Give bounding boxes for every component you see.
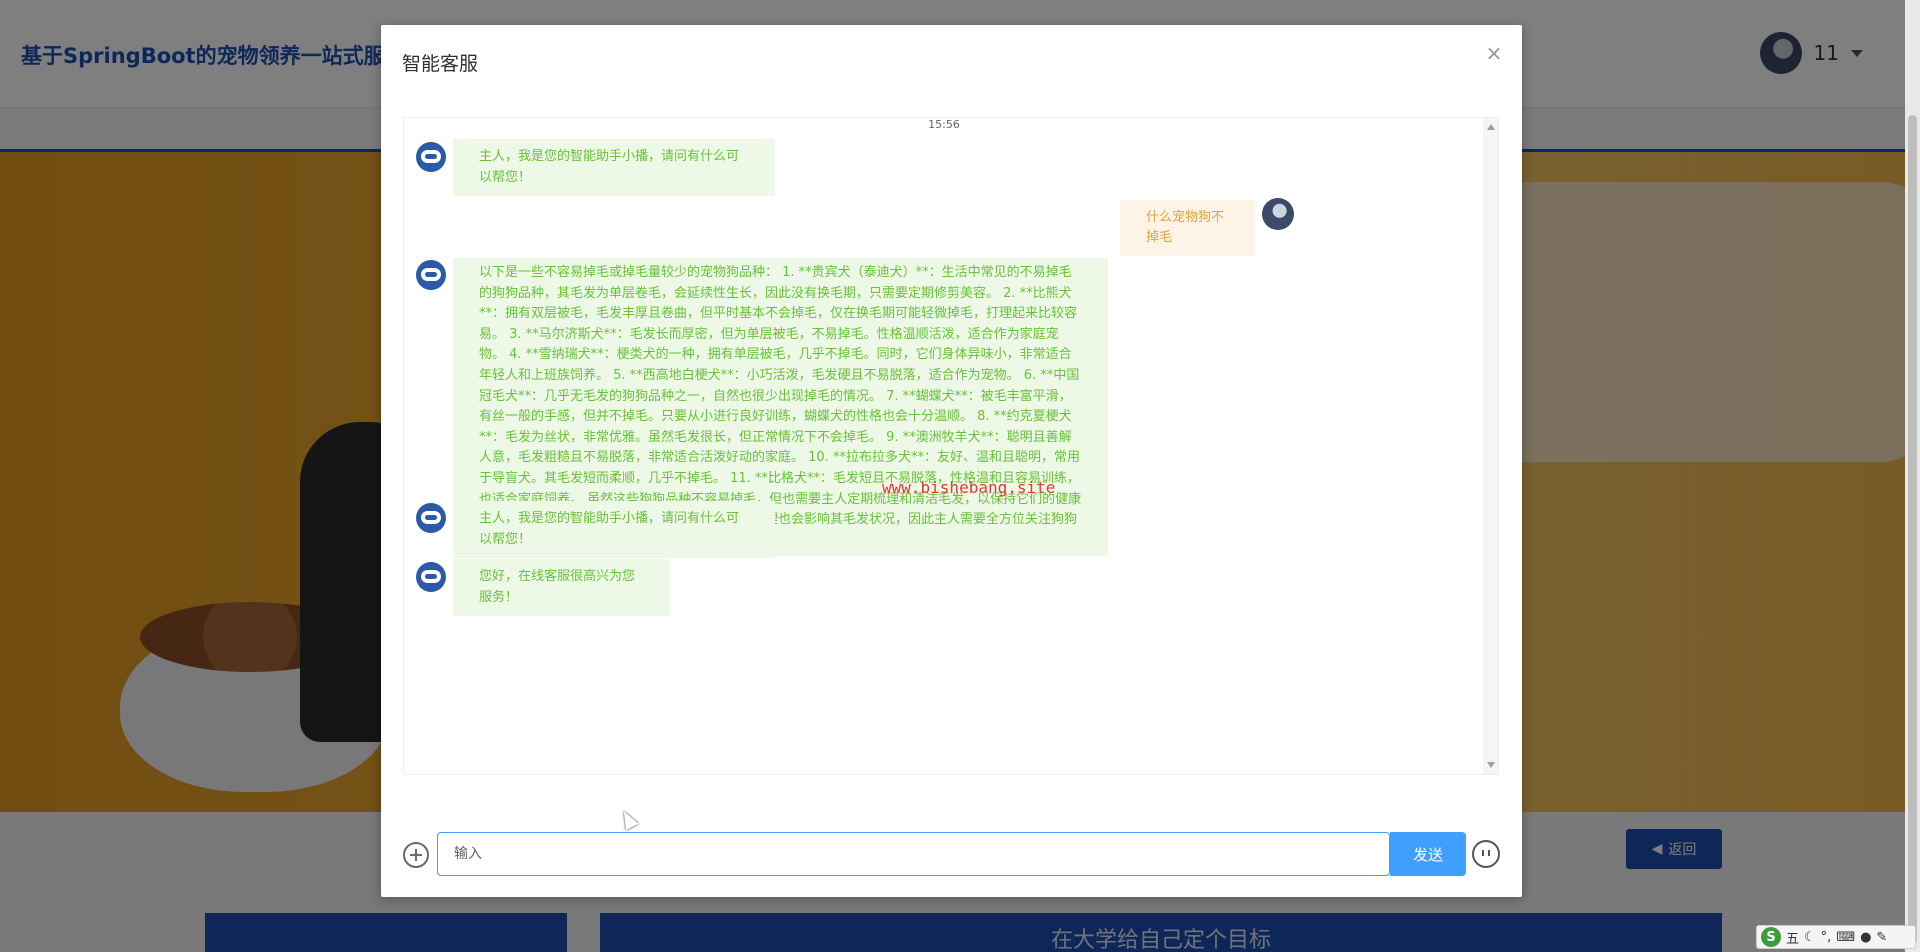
chat-message-bot: 主人，我是您的智能助手小播，请问有什么可以帮您！: [453, 501, 775, 559]
emoji-eye: [1482, 850, 1484, 856]
add-attachment-icon[interactable]: [403, 842, 429, 868]
chat-scrollbar[interactable]: [1483, 118, 1498, 774]
watermark-text: www.bishebang.site: [882, 478, 1056, 497]
message-input[interactable]: [437, 832, 1390, 876]
close-icon[interactable]: ×: [1484, 43, 1504, 63]
emoji-eye: [1488, 850, 1490, 856]
chat-message-bot: 您好，在线客服很高兴为您服务！: [453, 559, 670, 617]
chat-message-bot: 主人，我是您的智能助手小播，请问有什么可以帮您！: [453, 139, 775, 197]
user-icon[interactable]: ●: [1860, 930, 1871, 945]
send-button[interactable]: 发送: [1390, 832, 1466, 876]
bot-avatar-icon: [416, 142, 446, 172]
page-scrollbar[interactable]: [1905, 0, 1920, 952]
emoji-icon[interactable]: [1472, 840, 1500, 868]
ime-logo-icon[interactable]: S: [1761, 927, 1781, 947]
bot-avatar-icon: [416, 503, 446, 533]
bot-avatar-icon: [416, 260, 446, 290]
chat-history[interactable]: 15:56 主人，我是您的智能助手小播，请问有什么可以帮您！ 什么宠物狗不掉毛 …: [403, 117, 1499, 775]
ime-mode[interactable]: 五: [1786, 928, 1799, 947]
scroll-up-icon[interactable]: [1487, 124, 1495, 130]
dialog-title: 智能客服: [402, 53, 479, 75]
ime-toolbar[interactable]: S 五 ☾ °, ⌨ ● ✎: [1756, 925, 1916, 949]
chat-dialog: 智能客服 × 15:56 主人，我是您的智能助手小播，请问有什么可以帮您！ 什么…: [381, 25, 1522, 897]
chat-message-user: 什么宠物狗不掉毛: [1120, 200, 1255, 256]
punctuation-icon[interactable]: °,: [1821, 930, 1832, 945]
bot-avatar-icon: [416, 562, 446, 592]
keyboard-icon[interactable]: ⌨: [1836, 930, 1855, 945]
scroll-down-icon[interactable]: [1487, 762, 1495, 768]
wrench-icon[interactable]: ✎: [1876, 930, 1887, 945]
user-avatar: [1262, 198, 1294, 230]
page-scrollbar-thumb[interactable]: [1908, 115, 1917, 945]
moon-icon[interactable]: ☾: [1804, 930, 1816, 945]
message-timestamp: 15:56: [928, 118, 960, 131]
